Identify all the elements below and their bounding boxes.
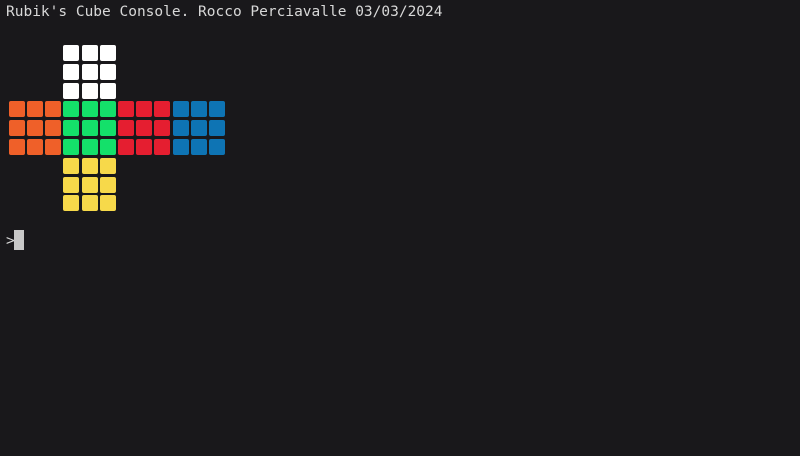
sticker-front-0-2	[99, 101, 116, 118]
sticker-right-1-1	[136, 120, 153, 137]
sticker-front-2-1	[81, 139, 98, 155]
sticker-left-0-0	[8, 101, 25, 118]
sticker-up-1-1	[81, 63, 98, 80]
sticker-right-2-1	[136, 139, 153, 155]
sticker-right-0-0	[118, 101, 134, 118]
sticker-down-0-2	[99, 157, 116, 174]
sticker-up-2-1	[81, 82, 98, 99]
sticker-back-1-1	[190, 120, 207, 137]
sticker-front-1-2	[99, 120, 116, 137]
sticker-back-1-2	[209, 120, 225, 137]
sticker-right-0-2	[154, 101, 171, 118]
sticker-front-2-2	[99, 139, 116, 155]
sticker-down-0-1	[81, 157, 98, 174]
sticker-up-0-1	[81, 45, 98, 61]
sticker-down-2-2	[99, 195, 116, 212]
sticker-front-1-0	[63, 120, 80, 137]
sticker-back-2-1	[190, 139, 207, 155]
sticker-left-0-2	[45, 101, 62, 118]
sticker-back-2-2	[209, 139, 225, 155]
sticker-up-2-0	[63, 82, 80, 99]
sticker-down-0-0	[63, 157, 80, 174]
sticker-down-2-0	[63, 195, 80, 212]
sticker-up-0-2	[99, 45, 116, 61]
sticker-left-2-2	[45, 139, 62, 155]
text-cursor[interactable]	[14, 230, 24, 250]
sticker-right-2-0	[118, 139, 134, 155]
sticker-up-1-0	[63, 63, 80, 80]
sticker-down-2-1	[81, 195, 98, 212]
sticker-back-0-2	[209, 101, 225, 118]
sticker-down-1-0	[63, 176, 80, 193]
sticker-up-2-2	[99, 82, 116, 99]
sticker-down-1-1	[81, 176, 98, 193]
cube-net	[0, 0, 800, 456]
sticker-right-1-0	[118, 120, 134, 137]
sticker-left-1-0	[8, 120, 25, 137]
sticker-back-0-0	[172, 101, 189, 118]
sticker-left-1-2	[45, 120, 62, 137]
sticker-right-0-1	[136, 101, 153, 118]
sticker-front-0-1	[81, 101, 98, 118]
sticker-right-2-2	[154, 139, 171, 155]
sticker-front-0-0	[63, 101, 80, 118]
sticker-left-2-1	[27, 139, 43, 155]
sticker-front-2-0	[63, 139, 80, 155]
sticker-up-1-2	[99, 63, 116, 80]
sticker-right-1-2	[154, 120, 171, 137]
sticker-front-1-1	[81, 120, 98, 137]
sticker-back-0-1	[190, 101, 207, 118]
sticker-back-1-0	[172, 120, 189, 137]
sticker-down-1-2	[99, 176, 116, 193]
sticker-up-0-0	[63, 45, 80, 61]
sticker-left-0-1	[27, 101, 43, 118]
sticker-left-1-1	[27, 120, 43, 137]
sticker-back-2-0	[172, 139, 189, 155]
sticker-left-2-0	[8, 139, 25, 155]
